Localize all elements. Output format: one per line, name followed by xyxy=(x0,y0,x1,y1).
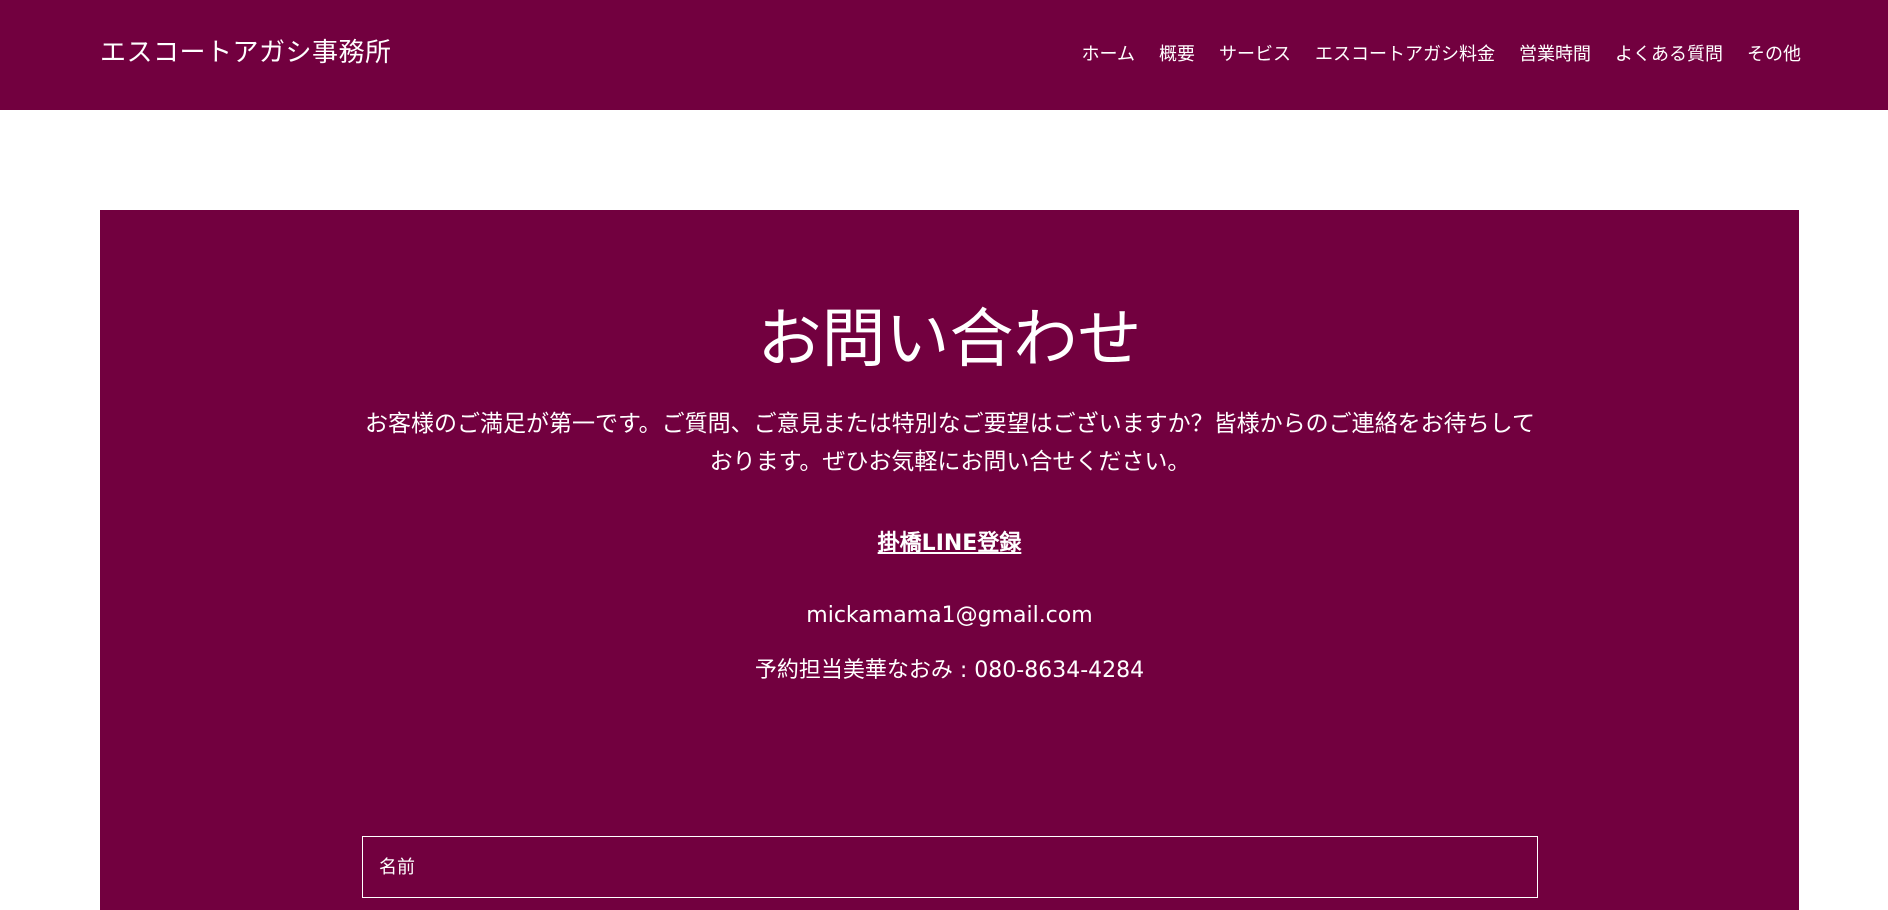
nav-item-home[interactable]: ホーム xyxy=(1082,40,1135,66)
contact-section: お問い合わせ お客様のご満足が第一です。ご質問、ご意見または特別なご要望はござい… xyxy=(100,210,1799,910)
nav-item-services[interactable]: サービス xyxy=(1219,40,1291,66)
contact-description: お客様のご満足が第一です。ご質問、ご意見または特別なご要望はございますか？皆様か… xyxy=(364,411,1535,475)
nav-item-pricing[interactable]: エスコートアガシ料金 xyxy=(1315,40,1495,66)
nav-item-other[interactable]: その他 xyxy=(1747,40,1801,66)
name-field-label: 名前 xyxy=(379,857,415,878)
name-input[interactable]: 名前 xyxy=(362,836,1538,898)
site-title[interactable]: エスコートアガシ事務所 xyxy=(100,32,392,69)
main-nav: ホーム 概要 サービス エスコートアガシ料金 営業時間 よくある質問 その他 xyxy=(1082,40,1801,66)
nav-item-about[interactable]: 概要 xyxy=(1159,40,1195,66)
site-header: エスコートアガシ事務所 ホーム 概要 サービス エスコートアガシ料金 営業時間 … xyxy=(0,0,1888,110)
nav-item-faq[interactable]: よくある質問 xyxy=(1615,40,1723,66)
contact-heading: お問い合わせ xyxy=(757,303,1142,377)
contact-phone: 予約担当美華なおみ : 080-8634-4284 xyxy=(754,658,1145,683)
nav-item-hours[interactable]: 営業時間 xyxy=(1519,40,1591,66)
line-register-link[interactable]: 掛橋LINE登録 xyxy=(100,525,1799,557)
contact-email: mickamama1@gmail.com xyxy=(806,603,1093,628)
